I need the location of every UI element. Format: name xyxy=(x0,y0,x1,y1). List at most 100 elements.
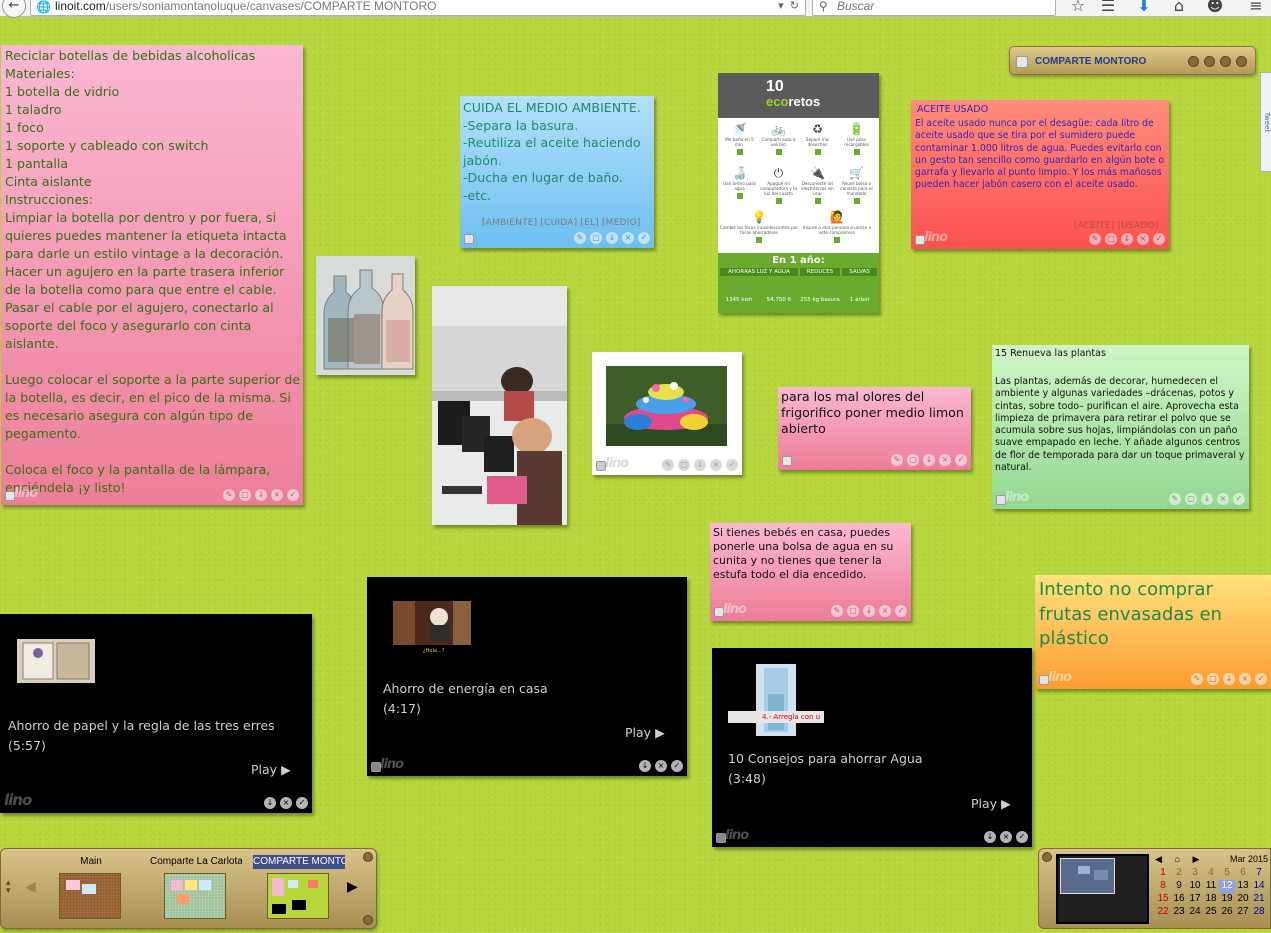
reload-icon[interactable]: ▾ ↻ xyxy=(778,0,799,15)
chat-icon[interactable]: ☻ xyxy=(1205,0,1225,15)
sticky-note-frutas[interactable]: Intento no comprar frutas envasadas en p… xyxy=(1035,575,1271,689)
check-icon[interactable]: ✓ xyxy=(1016,831,1028,843)
calendar-day[interactable]: 21 xyxy=(1251,893,1267,906)
star-icon[interactable]: ☆ xyxy=(1068,0,1088,15)
sticky-note-aceite[interactable]: ACEITE USADO El aceite usado nunca por e… xyxy=(911,100,1169,249)
delete-icon[interactable]: × xyxy=(710,459,722,471)
panel-close-icon[interactable] xyxy=(363,852,373,862)
ecoreto-checkbox[interactable] xyxy=(853,198,860,204)
copy-icon[interactable]: ▢ xyxy=(1207,673,1219,685)
info-icon[interactable] xyxy=(1204,56,1215,67)
edit-icon[interactable]: ✎ xyxy=(1169,493,1181,505)
edit-icon[interactable]: ✎ xyxy=(1191,673,1203,685)
ecoreto-checkbox[interactable] xyxy=(736,149,743,155)
delete-icon[interactable]: × xyxy=(1137,233,1149,245)
calendar-day[interactable]: 20 xyxy=(1235,893,1251,906)
edit-icon[interactable]: ✎ xyxy=(831,605,843,617)
power-icon[interactable] xyxy=(1236,56,1247,67)
video-title[interactable]: 10 Consejos para ahorrar Agua (3:48) xyxy=(728,749,922,789)
video-note-energia[interactable]: ¿Hola...? Ahorro de energía en casa (4:1… xyxy=(367,577,687,776)
download-icon[interactable]: ↓ xyxy=(639,760,651,772)
play-button[interactable]: Play ▶ xyxy=(625,725,665,740)
delete-icon[interactable]: × xyxy=(1239,673,1251,685)
sticky-note-plantas[interactable]: 15 Renueva las plantas Las plantas, adem… xyxy=(992,345,1249,509)
calendar-next-icon[interactable]: ▶ xyxy=(1192,854,1199,867)
check-icon[interactable]: ✓ xyxy=(895,605,907,617)
video-thumbnail[interactable] xyxy=(756,664,796,736)
delete-icon[interactable]: × xyxy=(622,232,634,244)
bookmarks-list-icon[interactable]: ☰ xyxy=(1098,0,1118,15)
calendar-day[interactable]: 4 xyxy=(1203,867,1219,880)
calendar-day[interactable]: 24 xyxy=(1187,906,1203,919)
delete-icon[interactable]: × xyxy=(939,454,951,466)
help-icon[interactable] xyxy=(1220,56,1231,67)
calendar-home-icon[interactable]: ⌂ xyxy=(1174,854,1179,867)
calendar-day[interactable]: 14 xyxy=(1251,880,1267,893)
sticky-note-cuida[interactable]: CUIDA EL MEDIO AMBIENTE. -Separa la basu… xyxy=(460,96,654,248)
delete-icon[interactable]: × xyxy=(1000,831,1012,843)
calendar-day[interactable]: 8 xyxy=(1155,880,1171,893)
delete-icon[interactable]: × xyxy=(879,605,891,617)
download-icon[interactable]: ↓ xyxy=(694,459,706,471)
edit-icon[interactable]: ✎ xyxy=(891,454,903,466)
check-icon[interactable]: ✓ xyxy=(638,232,650,244)
copy-icon[interactable]: ▢ xyxy=(1185,493,1197,505)
ecoreto-checkbox[interactable] xyxy=(814,149,821,155)
play-button[interactable]: Play ▶ xyxy=(971,796,1011,811)
ecoreto-checkbox[interactable] xyxy=(775,198,782,204)
calendar-day[interactable]: 15 xyxy=(1155,893,1171,906)
menu-icon[interactable]: ≡ xyxy=(1246,0,1266,15)
panel-resize-icon[interactable] xyxy=(363,915,373,925)
download-icon[interactable]: ↓ xyxy=(863,605,875,617)
calendar-day[interactable]: 22 xyxy=(1155,906,1171,919)
copy-icon[interactable]: ▢ xyxy=(678,459,690,471)
copy-icon[interactable]: ▢ xyxy=(239,489,251,501)
edit-icon[interactable]: ✎ xyxy=(574,232,586,244)
canvas-title-box[interactable]: COMPARTE MONTORO xyxy=(1009,46,1256,75)
copy-icon[interactable]: ▢ xyxy=(907,454,919,466)
settings-icon[interactable] xyxy=(1188,56,1199,67)
calendar-day[interactable]: 25 xyxy=(1203,906,1219,919)
panel-close-icon[interactable] xyxy=(1042,852,1052,862)
tab-comparte-montoro[interactable]: COMPARTE MONTORO xyxy=(253,855,345,919)
calendar-day[interactable]: 10 xyxy=(1187,880,1203,893)
calendar-day[interactable]: 6 xyxy=(1235,867,1251,880)
ecoreto-checkbox[interactable] xyxy=(814,198,821,204)
download-icon[interactable]: ⬇ xyxy=(1134,0,1154,15)
download-icon[interactable]: ↓ xyxy=(1201,493,1213,505)
check-icon[interactable]: ✓ xyxy=(1233,493,1245,505)
play-button[interactable]: Play ▶ xyxy=(251,762,291,777)
calendar-day[interactable]: 12 xyxy=(1219,880,1235,893)
calendar-day[interactable]: 18 xyxy=(1203,893,1219,906)
check-icon[interactable]: ✓ xyxy=(671,760,683,772)
download-icon[interactable]: ↓ xyxy=(1121,233,1133,245)
canvas-minimap[interactable] xyxy=(1056,854,1149,924)
tab-scroll-icon[interactable]: ▴ ▾ xyxy=(6,879,11,896)
copy-icon[interactable]: ▢ xyxy=(1105,233,1117,245)
check-icon[interactable]: ✓ xyxy=(296,797,308,809)
calendar-day[interactable]: 7 xyxy=(1251,867,1267,880)
ecoreto-checkbox[interactable] xyxy=(834,237,840,243)
calendar-day[interactable]: 13 xyxy=(1235,880,1251,893)
download-icon[interactable]: ↓ xyxy=(264,797,276,809)
calendar-day[interactable]: 17 xyxy=(1187,893,1203,906)
check-icon[interactable]: ✓ xyxy=(1153,233,1165,245)
home-icon[interactable]: ⌂ xyxy=(1169,0,1189,15)
video-note-papel[interactable]: Ahorro de papel y la regla de las tres e… xyxy=(0,614,312,813)
copy-icon[interactable]: ▢ xyxy=(590,232,602,244)
check-icon[interactable]: ✓ xyxy=(1255,673,1267,685)
check-icon[interactable]: ✓ xyxy=(287,489,299,501)
edit-icon[interactable]: ✎ xyxy=(662,459,674,471)
tweet-side-tab[interactable]: Tweet xyxy=(1260,72,1271,172)
delete-icon[interactable]: × xyxy=(280,797,292,809)
calendar-day[interactable]: 27 xyxy=(1235,906,1251,919)
download-icon[interactable]: ↓ xyxy=(255,489,267,501)
video-thumbnail[interactable] xyxy=(393,601,471,645)
ecoretos-poster[interactable]: 10 ecoretos 🚿 Me baño en 5 min. 🚲 Comparti … xyxy=(718,73,879,313)
download-icon[interactable]: ↓ xyxy=(1223,673,1235,685)
download-icon[interactable]: ↓ xyxy=(923,454,935,466)
calendar-day[interactable]: 2 xyxy=(1171,867,1187,880)
delete-icon[interactable]: × xyxy=(655,760,667,772)
download-icon[interactable]: ↓ xyxy=(606,232,618,244)
calendar-day[interactable]: 28 xyxy=(1251,906,1267,919)
